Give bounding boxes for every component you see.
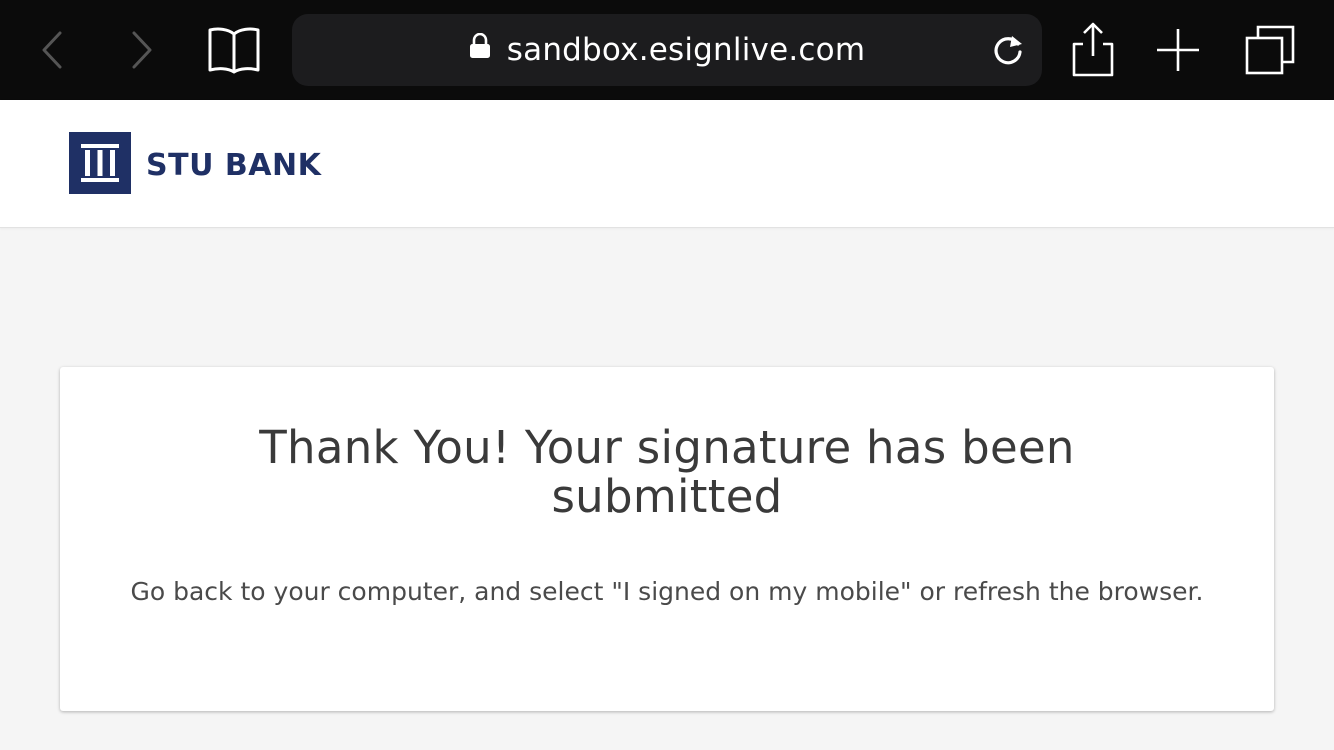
back-button[interactable] <box>30 0 74 100</box>
site-header: STU BANK <box>0 100 1334 228</box>
confirmation-card: Thank You! Your signature has been submi… <box>60 367 1274 711</box>
confirmation-title: Thank You! Your signature has been submi… <box>259 421 1075 523</box>
reload-icon[interactable] <box>990 32 1026 68</box>
brand-name: STU BANK <box>146 148 322 183</box>
plus-icon <box>1155 27 1201 73</box>
brand-logo[interactable]: STU BANK <box>69 132 321 199</box>
book-icon <box>206 26 262 74</box>
share-button[interactable] <box>1070 0 1116 100</box>
browser-toolbar: sandbox.esignlive.com <box>0 0 1334 100</box>
url-text: sandbox.esignlive.com <box>506 32 866 68</box>
confirmation-message: Go back to your computer, and select "I … <box>130 577 1204 606</box>
share-icon <box>1071 22 1115 78</box>
tabs-icon <box>1244 24 1296 76</box>
chevron-right-icon <box>130 30 154 70</box>
address-bar[interactable]: sandbox.esignlive.com <box>292 14 1042 86</box>
bookmarks-button[interactable] <box>204 0 264 100</box>
new-tab-button[interactable] <box>1154 0 1202 100</box>
chevron-left-icon <box>40 30 64 70</box>
forward-button[interactable] <box>120 0 164 100</box>
bank-building-icon <box>69 132 131 199</box>
tabs-button[interactable] <box>1242 0 1298 100</box>
lock-icon <box>469 32 491 64</box>
